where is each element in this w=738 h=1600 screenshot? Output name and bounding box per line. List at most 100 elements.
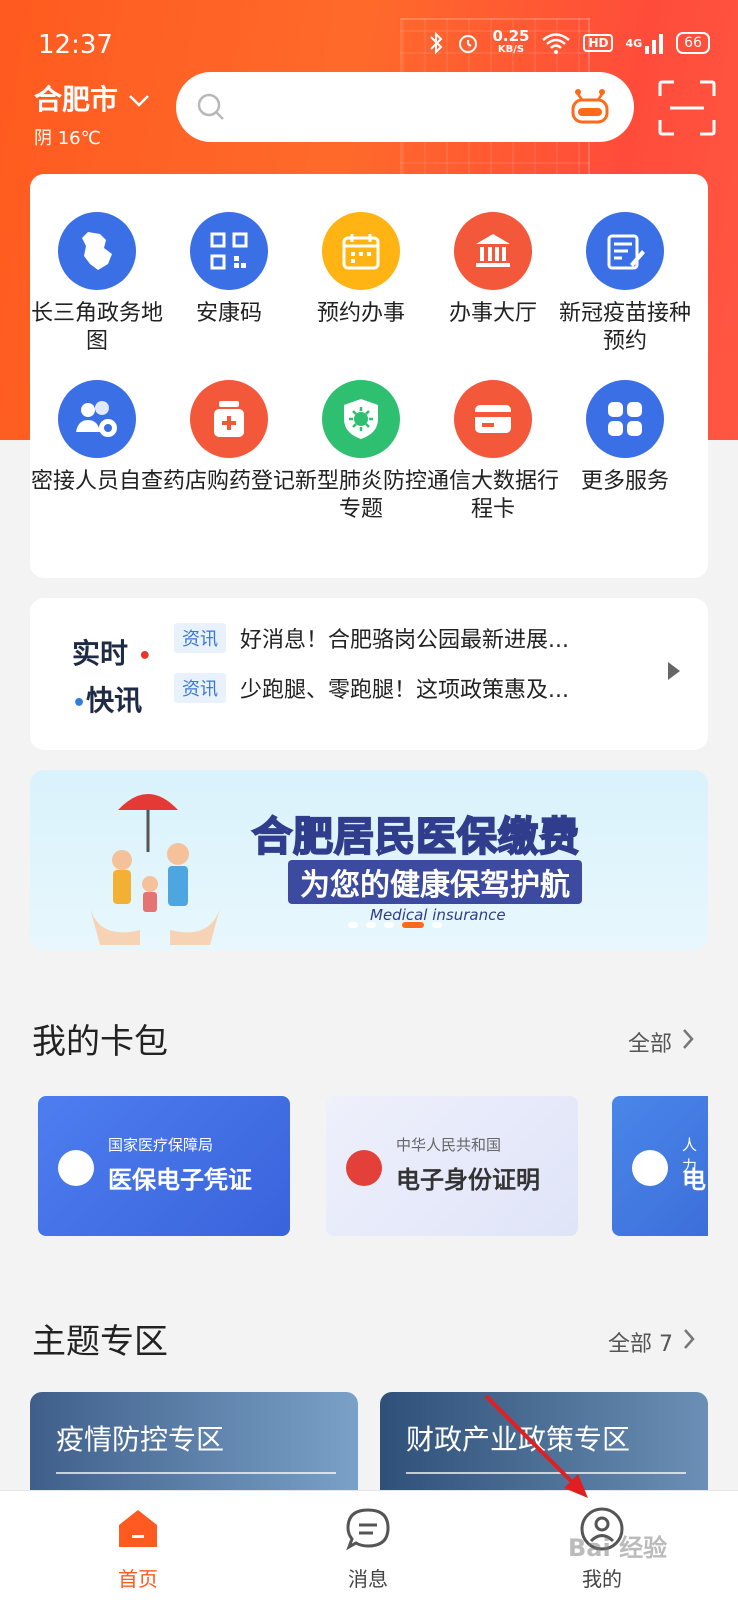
- wallet-section-title: 我的卡包: [32, 1022, 168, 1062]
- weather-text: 阴 16℃: [34, 128, 101, 149]
- family-umbrella-illustration: [90, 794, 220, 945]
- news-headline: 少跑腿、零跑腿！这项政策惠及...: [240, 678, 569, 703]
- card-name: 电: [682, 1166, 706, 1194]
- robot-assistant-icon[interactable]: [570, 88, 610, 130]
- service-item-close-contact[interactable]: 密接人员自查: [30, 380, 164, 496]
- service-item-yangtze-map[interactable]: 长三角政务地图: [30, 212, 164, 356]
- net-speed-unit: KB/S: [497, 44, 525, 55]
- alarm-icon: [456, 31, 480, 55]
- news-tag: 资讯: [174, 673, 226, 703]
- topic-divider: [56, 1472, 336, 1474]
- grid-icon: [586, 380, 664, 458]
- chs-logo-icon: [58, 1150, 94, 1186]
- topic-card-epidemic[interactable]: 疫情防控专区: [30, 1392, 358, 1502]
- promo-banner[interactable]: 合肥居民医保缴费 为您的健康保驾护航 Medical insurance: [30, 770, 708, 950]
- service-label: 办事大厅: [448, 301, 537, 326]
- scan-icon: [658, 80, 716, 136]
- banner-title: 合肥居民医保缴费: [251, 813, 580, 861]
- news-ticker[interactable]: 实时 • •快讯 资讯 好消息！合肥骆岗公园最新进展... 资讯 少跑腿、零跑腿…: [30, 598, 708, 750]
- service-label: 新冠疫苗接种预约: [558, 301, 691, 354]
- home-icon: [68, 1503, 208, 1555]
- scan-button[interactable]: [658, 80, 716, 140]
- wallet-more-label: 全部: [628, 1032, 673, 1057]
- service-item-appointment[interactable]: 预约办事: [294, 212, 428, 328]
- national-emblem-icon: [346, 1150, 382, 1186]
- signal-type: 4G: [625, 36, 643, 50]
- play-arrow-icon[interactable]: [666, 660, 682, 686]
- battery-indicator: 66: [676, 32, 710, 54]
- signal-icon: 4G: [625, 32, 664, 54]
- wallet-card-electronic-id[interactable]: 中华人民共和国 电子身份证明: [326, 1096, 578, 1236]
- virus-shield-icon: [322, 380, 400, 458]
- page-dot: [384, 922, 394, 928]
- service-item-pharmacy[interactable]: 药店购药登记: [162, 380, 296, 496]
- chevron-down-icon: [128, 82, 150, 115]
- card-icon: [454, 380, 532, 458]
- status-time: 12:37: [38, 30, 113, 60]
- banner-pagination: [348, 922, 442, 928]
- tab-label: 消息: [348, 1567, 388, 1591]
- people-virus-icon: [58, 380, 136, 458]
- news-item[interactable]: 资讯 少跑腿、零跑腿！这项政策惠及...: [174, 672, 610, 704]
- city-name: 合肥市: [34, 83, 119, 116]
- city-selector[interactable]: 合肥市 阴 16℃: [34, 78, 150, 150]
- service-label: 密接人员自查: [30, 469, 163, 494]
- bluetooth-icon: [428, 31, 444, 55]
- service-label: 安康码: [195, 301, 262, 326]
- wallet-card-medical-insurance[interactable]: 国家医疗保障局 医保电子凭证: [38, 1096, 290, 1236]
- service-label: 通信大数据行程卡: [426, 469, 559, 522]
- wallet-card-hr[interactable]: 人力 电: [612, 1096, 708, 1236]
- card-issuer: 中华人民共和国: [396, 1136, 502, 1154]
- wallet-more-link[interactable]: 全部: [628, 1026, 694, 1058]
- tab-label: 我的: [582, 1567, 622, 1591]
- map-icon: [58, 212, 136, 290]
- topics-section-title: 主题专区: [32, 1322, 168, 1362]
- qrcode-icon: [190, 212, 268, 290]
- news-item[interactable]: 资讯 好消息！合肥骆岗公园最新进展...: [174, 622, 610, 654]
- status-bar: 12:37 0.25 KB/S HD 4G 66: [0, 0, 738, 80]
- topics-more-link[interactable]: 全部 7: [608, 1326, 695, 1358]
- news-headline: 好消息！合肥骆岗公园最新进展...: [240, 628, 569, 653]
- news-logo-line2: 快讯: [86, 684, 143, 717]
- page-dot: [348, 922, 358, 928]
- service-item-ankang-code[interactable]: 安康码: [162, 212, 296, 328]
- topic-label: 疫情防控专区: [56, 1423, 225, 1456]
- service-grid: 长三角政务地图 安康码 预约办事 办事大厅 新冠疫苗接种预约 密接人员自查 药店…: [30, 174, 708, 578]
- card-issuer: 国家医疗保障局: [108, 1136, 214, 1154]
- chevron-right-icon: [682, 1028, 694, 1056]
- medicine-icon: [190, 380, 268, 458]
- calendar-icon: [322, 212, 400, 290]
- page-dot: [432, 922, 442, 928]
- card-name: 医保电子凭证: [108, 1166, 252, 1194]
- service-label: 预约办事: [316, 301, 405, 326]
- topics-more-label: 全部 7: [608, 1332, 673, 1357]
- banner-subtitle: 为您的健康保驾护航: [288, 860, 582, 904]
- service-label: 新型肺炎防控专题: [294, 469, 427, 522]
- network-speed: 0.25 KB/S: [492, 27, 530, 56]
- tab-label: 首页: [118, 1567, 158, 1591]
- wifi-icon: [541, 31, 571, 55]
- page-dot: [366, 922, 376, 928]
- news-logo: 实时 • •快讯: [72, 637, 152, 717]
- tab-home[interactable]: 首页: [68, 1503, 208, 1592]
- service-label: 更多服务: [580, 469, 669, 494]
- tab-messages[interactable]: 消息: [298, 1503, 438, 1592]
- service-item-more[interactable]: 更多服务: [558, 380, 692, 496]
- service-label: 长三角政务地图: [30, 301, 163, 354]
- watermark: Bai 经验: [568, 1534, 668, 1562]
- hd-badge: HD: [583, 34, 614, 52]
- news-tag: 资讯: [174, 623, 226, 653]
- annotation-arrow-icon: [484, 1394, 588, 1498]
- chevron-right-icon: [683, 1328, 695, 1356]
- search-input[interactable]: [176, 72, 634, 142]
- news-logo-line1: 实时: [72, 637, 129, 670]
- service-item-pneumonia[interactable]: 新型肺炎防控专题: [294, 380, 428, 524]
- net-speed-value: 0.25: [492, 27, 530, 45]
- form-edit-icon: [586, 212, 664, 290]
- service-label: 药店购药登记: [162, 469, 295, 494]
- service-item-hall[interactable]: 办事大厅: [426, 212, 560, 328]
- hall-icon: [454, 212, 532, 290]
- service-item-vaccine[interactable]: 新冠疫苗接种预约: [558, 212, 692, 356]
- card-name: 电子身份证明: [396, 1166, 540, 1194]
- service-item-trip-card[interactable]: 通信大数据行程卡: [426, 380, 560, 524]
